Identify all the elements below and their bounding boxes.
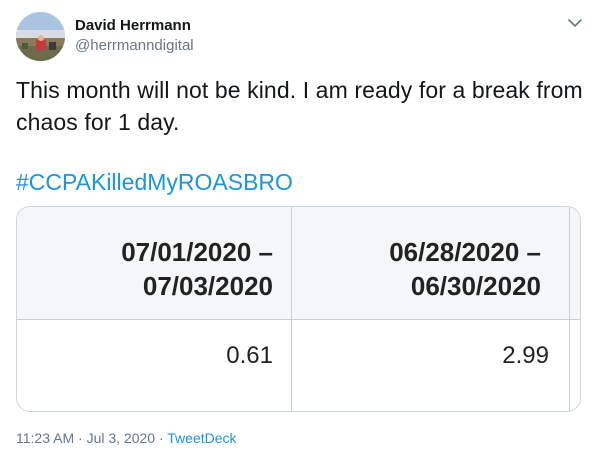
- tweet-header: David Herrmann @herrmanndigital: [16, 12, 586, 62]
- author-names: David Herrmann @herrmanndigital: [75, 16, 194, 56]
- chevron-down-icon: [568, 19, 582, 27]
- tweet-media-image[interactable]: 07/01/2020 – 07/03/2020 06/28/2020 – 06/…: [16, 206, 581, 412]
- tweet-metadata: 11:23 AM · Jul 3, 2020 · TweetDeck: [16, 428, 237, 448]
- column-1-header-line2: 07/03/2020: [142, 271, 273, 301]
- avatar[interactable]: [16, 12, 65, 61]
- meta-separator: ·: [155, 430, 168, 446]
- column-1-header: 07/01/2020 – 07/03/2020: [57, 235, 273, 303]
- tweet-date[interactable]: Jul 3, 2020: [87, 430, 156, 446]
- author-handle[interactable]: @herrmanndigital: [75, 36, 194, 56]
- column-divider: [291, 207, 292, 411]
- column-2-header-line2: 06/30/2020: [410, 271, 541, 301]
- hashtag-link[interactable]: #CCPAKilledMyROASBRO: [16, 166, 293, 198]
- avatar-photo-icon: [16, 12, 65, 61]
- tweet-menu-button[interactable]: [566, 14, 584, 32]
- column-1-header-line1: 07/01/2020 –: [121, 237, 273, 267]
- column-2-value: 2.99: [502, 342, 549, 369]
- meta-separator: ·: [74, 430, 87, 446]
- column-1-value: 0.61: [226, 342, 273, 369]
- column-2-header: 06/28/2020 – 06/30/2020: [327, 235, 541, 303]
- author-display-name[interactable]: David Herrmann: [75, 16, 194, 36]
- tweet-source-link[interactable]: TweetDeck: [167, 430, 236, 446]
- tweet-time[interactable]: 11:23 AM: [16, 430, 74, 446]
- column-2-header-line1: 06/28/2020 –: [389, 237, 541, 267]
- tweet-text: This month will not be kind. I am ready …: [16, 77, 583, 135]
- column-divider: [569, 207, 570, 411]
